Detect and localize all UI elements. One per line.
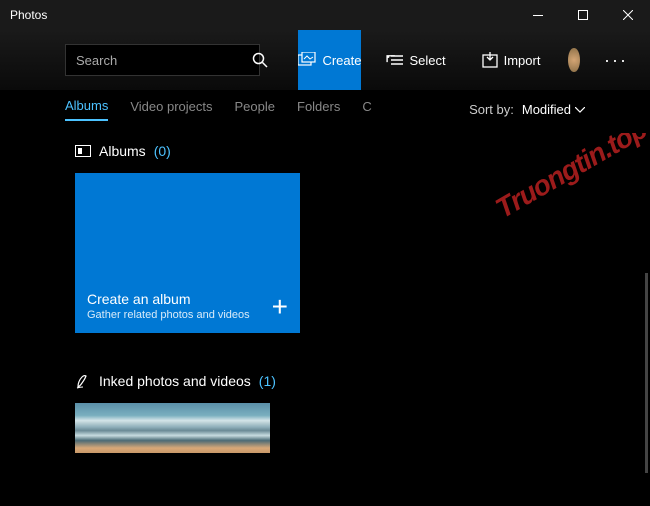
albums-icon (75, 145, 91, 157)
plus-icon: + (272, 293, 288, 321)
scrollbar[interactable] (645, 273, 648, 473)
create-album-card[interactable]: Create an album Gather related photos an… (75, 173, 300, 333)
sort-dropdown[interactable]: Modified (522, 102, 585, 117)
tab-overflow[interactable]: C (362, 99, 374, 120)
search-input[interactable] (76, 53, 252, 68)
more-icon: ··· (604, 50, 628, 70)
sort-label: Sort by: (469, 102, 514, 117)
ink-pen-icon (75, 373, 91, 389)
window-title: Photos (10, 8, 515, 22)
sort-group: Sort by: Modified (469, 102, 585, 117)
tabs-row: Albums Video projects People Folders C S… (0, 90, 650, 133)
maximize-icon (578, 10, 588, 20)
window-controls (515, 0, 650, 30)
tab-people[interactable]: People (235, 99, 275, 120)
create-label: Create (322, 53, 361, 68)
import-label: Import (504, 53, 541, 68)
close-button[interactable] (605, 0, 650, 30)
albums-section-count: (0) (154, 143, 171, 159)
maximize-button[interactable] (560, 0, 605, 30)
inked-section-header: Inked photos and videos (1) (75, 373, 585, 389)
toolbar: Create Select Import ··· (0, 30, 650, 90)
chevron-down-icon (575, 107, 585, 113)
tab-video-projects[interactable]: Video projects (130, 99, 212, 120)
album-card-title: Create an album (87, 291, 250, 307)
select-label: Select (409, 53, 445, 68)
import-button[interactable]: Import (470, 30, 553, 90)
inked-thumbnail[interactable] (75, 403, 270, 453)
inked-section-count: (1) (259, 373, 276, 389)
albums-section-header: Albums (0) (75, 143, 585, 159)
minimize-icon (533, 15, 543, 16)
close-icon (623, 10, 633, 20)
tab-albums[interactable]: Albums (65, 98, 108, 121)
content-area: Albums (0) Create an album Gather relate… (0, 133, 650, 506)
album-card-subtitle: Gather related photos and videos (87, 309, 250, 321)
more-button[interactable]: ··· (592, 50, 640, 71)
user-avatar[interactable] (568, 48, 580, 72)
create-button[interactable]: Create (298, 30, 361, 90)
search-icon[interactable] (252, 52, 268, 68)
import-icon (482, 52, 498, 68)
titlebar: Photos (0, 0, 650, 30)
select-icon (385, 53, 403, 67)
inked-section-title: Inked photos and videos (99, 373, 251, 389)
search-box[interactable] (65, 44, 260, 76)
create-icon (298, 52, 316, 68)
tab-folders[interactable]: Folders (297, 99, 340, 120)
minimize-button[interactable] (515, 0, 560, 30)
select-button[interactable]: Select (373, 30, 457, 90)
albums-section-title: Albums (99, 143, 146, 159)
sort-value-text: Modified (522, 102, 571, 117)
